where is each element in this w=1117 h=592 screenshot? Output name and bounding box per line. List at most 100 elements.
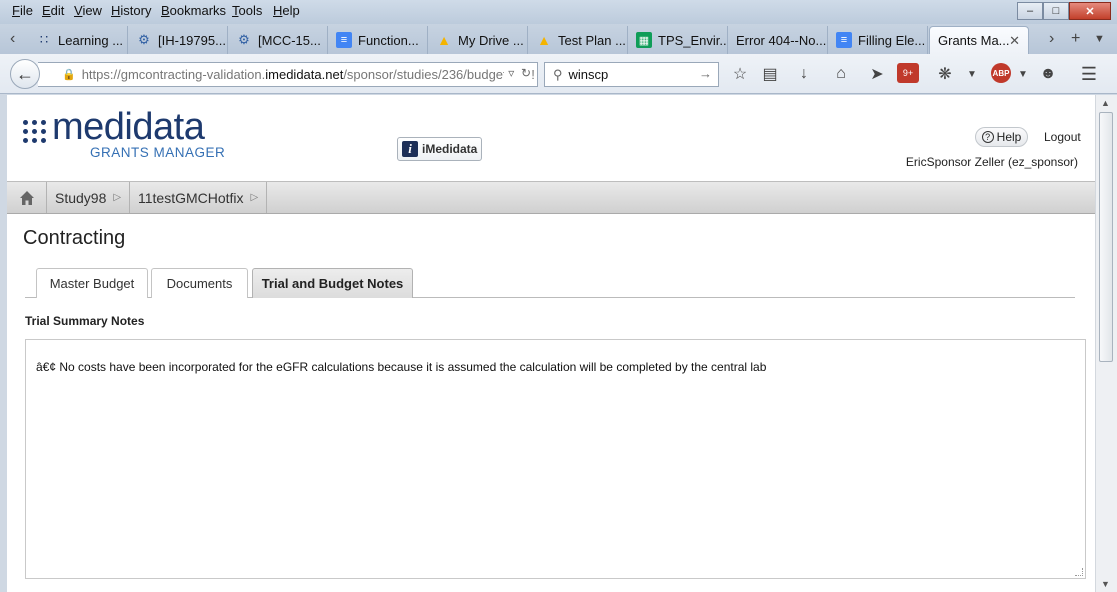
menu-bookmarks[interactable]: Bookmarks [161, 3, 226, 18]
extension-bug-icon[interactable]: ❋ [934, 63, 956, 85]
search-bar[interactable]: ⚲ winscp → [544, 62, 719, 87]
tab-trial-and-budget-notes[interactable]: Trial and Budget Notes [252, 268, 413, 298]
browser-tab[interactable]: ▲ My Drive ... [428, 26, 528, 54]
home-icon [19, 190, 34, 205]
page: medidata GRANTS MANAGER i iMedidata ? He… [7, 95, 1095, 592]
browser-tab-label: Function... [358, 32, 419, 48]
menu-help[interactable]: Help [273, 3, 300, 18]
browser-tab[interactable]: ▦ TPS_Envir... [628, 26, 728, 54]
url-controls: ▿ ↻ [504, 66, 531, 80]
tab-master-budget[interactable]: Master Budget [36, 268, 148, 298]
breadcrumb-home[interactable] [7, 182, 47, 213]
search-icon: ⚲ [553, 66, 563, 82]
page-title: Contracting [23, 227, 126, 249]
google-sheets-icon: ▦ [636, 32, 652, 48]
trial-summary-notes-field[interactable]: â€¢ No costs have been incorporated for … [25, 339, 1086, 579]
browser-tab-label: [MCC-15... [258, 32, 321, 48]
tab-label: Trial and Budget Notes [261, 276, 404, 291]
user-name: EricSponsor Zeller (ez_sponsor) [905, 155, 1078, 169]
browser-tab[interactable]: ∷ Learning ... [28, 26, 128, 54]
menu-tools[interactable]: Tools [232, 3, 262, 18]
reading-list-icon[interactable]: ▤ [759, 63, 781, 85]
logo-subtitle: GRANTS MANAGER [90, 145, 226, 160]
scrollbar-thumb[interactable] [1099, 112, 1113, 362]
url-domain: imedidata.net [265, 67, 344, 82]
search-input[interactable]: winscp [569, 67, 609, 82]
logo-word: medidata [52, 106, 205, 148]
browser-tab-label: [IH-19795... [158, 32, 226, 48]
hamburger-menu-icon[interactable]: ☰ [1078, 63, 1100, 85]
url-bar[interactable]: 🔒 https://gmcontracting-validation. imedi… [38, 62, 538, 87]
logo-dots-icon [23, 120, 47, 144]
downloads-icon[interactable]: ↓ [793, 63, 815, 85]
send-icon[interactable]: ➤ [866, 63, 888, 85]
maximize-icon[interactable]: □ [1043, 2, 1069, 20]
section-label: Trial Summary Notes [25, 314, 145, 328]
menu-bar: File Edit View History Bookmarks Tools H… [0, 0, 1117, 24]
browser-tab-label: Grants Ma... [938, 33, 1010, 48]
tab-documents[interactable]: Documents [151, 268, 248, 298]
reload-icon[interactable]: ↻ [521, 66, 531, 80]
browser-tab-strip: ‹ ∷ Learning ... ⚙ [IH-19795... ⚙ [MCC-1… [0, 24, 1117, 54]
browser-tab-active[interactable]: Grants Ma... ✕ [929, 26, 1029, 54]
imedidata-button[interactable]: i iMedidata [397, 137, 482, 161]
adblock-icon[interactable]: ABP [991, 63, 1011, 83]
content-tabs: Master Budget Documents Trial and Budget… [25, 267, 1075, 298]
navigation-bar: 🔒 https://gmcontracting-validation. imedi… [0, 54, 1117, 94]
browser-tab-label: Error 404--No... [736, 32, 827, 48]
scroll-down-icon[interactable]: ▼ [1101, 579, 1110, 589]
back-arrow-icon: ← [16, 63, 34, 84]
menu-history[interactable]: History [111, 3, 151, 18]
menu-file[interactable]: File [12, 3, 33, 18]
notes-text: â€¢ No costs have been incorporated for … [36, 360, 767, 374]
browser-tab[interactable]: ⚙ [MCC-15... [228, 26, 328, 54]
browser-tab-label: Test Plan ... [558, 32, 626, 48]
page-scrollbar[interactable]: ▲ ▼ [1095, 95, 1117, 592]
addon-badge-icon[interactable]: 9+ [897, 63, 919, 83]
imedidata-label: iMedidata [422, 142, 478, 156]
bookmark-star-icon[interactable]: ☆ [729, 63, 751, 85]
browser-tab[interactable]: ⚙ [IH-19795... [128, 26, 228, 54]
window-controls: – □ ✕ [1017, 2, 1111, 20]
tabs-scroll-left-icon[interactable]: ‹ [10, 30, 15, 48]
browser-tab[interactable]: ≡ Function... [328, 26, 428, 54]
back-button[interactable]: ← [10, 59, 40, 89]
chat-icon[interactable]: ☻ [1037, 63, 1059, 85]
google-docs-icon: ≡ [336, 32, 352, 48]
new-tab-icon[interactable]: + [1071, 30, 1080, 48]
search-go-icon[interactable]: → [699, 66, 712, 81]
minimize-icon[interactable]: – [1017, 2, 1043, 20]
jira-icon: ⚙ [238, 32, 250, 47]
browser-tab-label: Filling Ele... [858, 32, 926, 48]
url-prefix: https://gmcontracting-validation. [81, 67, 266, 82]
imedidata-icon: i [402, 141, 418, 157]
close-window-icon[interactable]: ✕ [1069, 2, 1111, 20]
menu-view[interactable]: View [74, 3, 102, 18]
tabs-scroll-right-icon[interactable]: › [1049, 30, 1054, 48]
scroll-up-icon[interactable]: ▲ [1101, 98, 1110, 108]
breadcrumb-item-budget[interactable]: 11testGMCHotfix ▷ [130, 182, 268, 213]
jira-icon: ⚙ [138, 32, 150, 47]
browser-tab-label: My Drive ... [458, 32, 524, 48]
menu-edit[interactable]: Edit [42, 3, 64, 18]
help-icon: ? [981, 131, 994, 143]
tab-label: Documents [166, 276, 233, 291]
breadcrumb-item-study[interactable]: Study98 ▷ [47, 182, 131, 213]
breadcrumb: Study98 ▷ 11testGMCHotfix ▷ [7, 181, 1095, 214]
history-dropdown-icon[interactable]: ▿ [508, 66, 514, 80]
browser-tab[interactable]: ≡ Filling Ele... [828, 26, 928, 54]
lock-icon: 🔒 [62, 69, 76, 81]
help-button[interactable]: ? Help [975, 127, 1028, 147]
extension-dropdown-icon[interactable]: ▼ [961, 63, 983, 85]
browser-tab-label: TPS_Envir... [658, 32, 728, 48]
browser-tab[interactable]: ▲ Test Plan ... [528, 26, 628, 54]
close-tab-icon[interactable]: ✕ [1009, 33, 1020, 49]
browser-tab[interactable]: Error 404--No... [728, 26, 828, 54]
adblock-dropdown-icon[interactable]: ▼ [1012, 63, 1034, 85]
tab-list-icon[interactable]: ▼ [1094, 33, 1105, 45]
google-docs-icon: ≡ [836, 32, 852, 48]
breadcrumb-arrow-icon: ▷ [113, 192, 122, 203]
resize-grip-icon[interactable] [1075, 568, 1083, 576]
home-icon[interactable]: ⌂ [830, 63, 852, 85]
logout-link[interactable]: Logout [1044, 130, 1081, 144]
